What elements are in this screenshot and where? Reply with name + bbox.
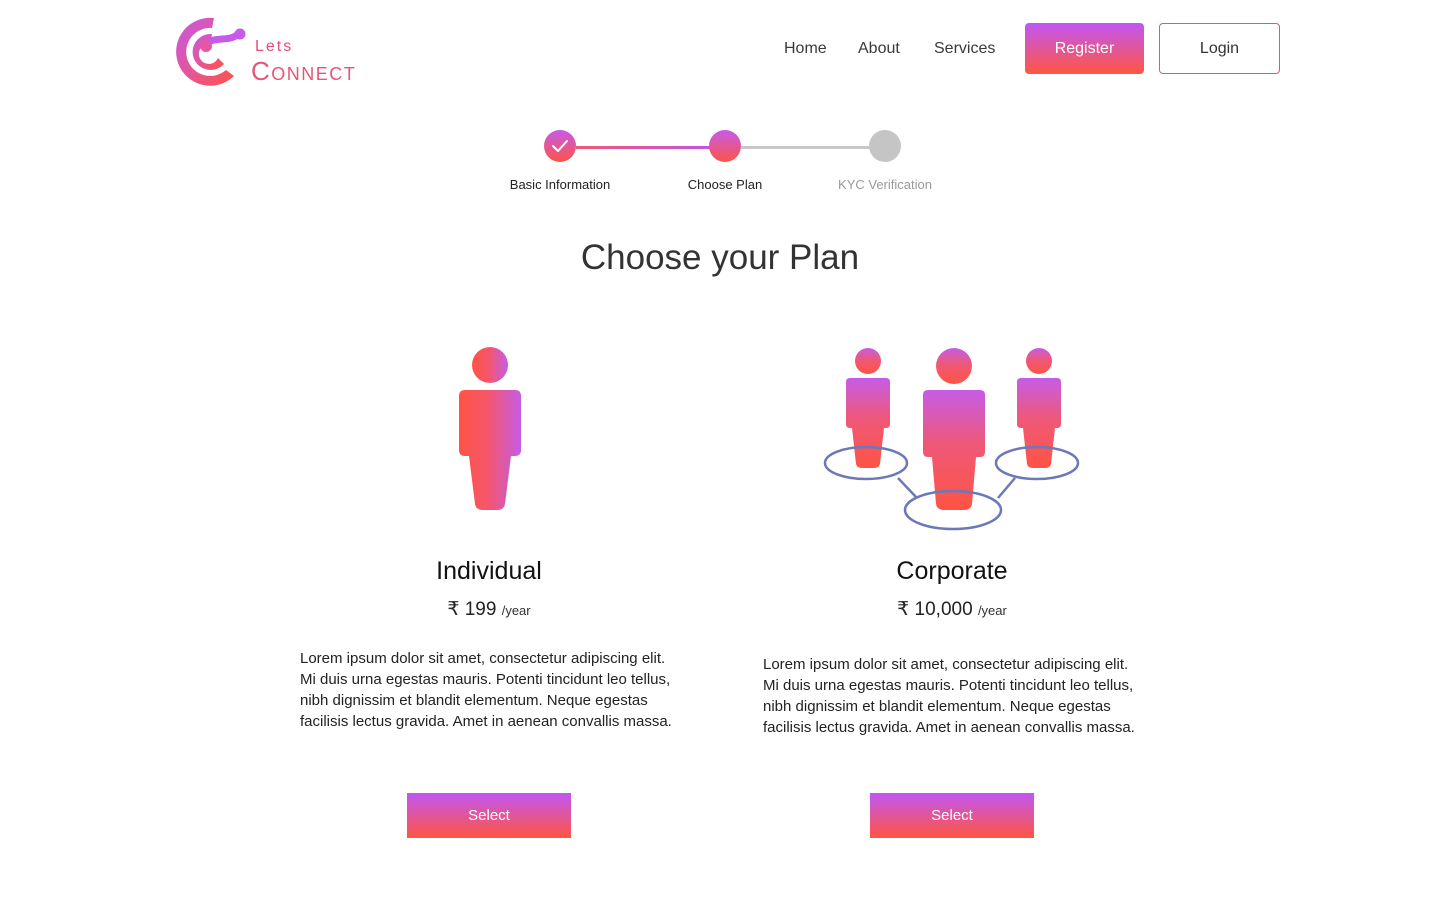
currency-symbol: ₹: [447, 599, 460, 620]
nav-about-link[interactable]: About: [858, 40, 900, 58]
currency-symbol: ₹: [897, 599, 910, 620]
step-dot-kyc-verification: [869, 130, 901, 162]
step-dot-basic-information: [544, 130, 576, 162]
price-amount: 199: [464, 599, 497, 620]
register-button[interactable]: Register: [1025, 23, 1144, 74]
brand-logo[interactable]: Lets Connect: [168, 14, 368, 86]
price-amount: 10,000: [914, 599, 973, 620]
step-label-basic-information: Basic Information: [509, 177, 611, 192]
step-dot-choose-plan: [709, 130, 741, 162]
group-network-icon: [823, 348, 1080, 531]
plan-description-corporate: Lorem ipsum dolor sit amet, consectetur …: [763, 656, 1135, 736]
step-connector-completed: [576, 146, 710, 149]
select-individual-button[interactable]: Select: [407, 793, 571, 838]
plan-description-individual: Lorem ipsum dolor sit amet, consectetur …: [300, 650, 672, 730]
check-icon: [552, 140, 568, 152]
price-period: /year: [977, 603, 1007, 618]
login-button[interactable]: Login: [1159, 23, 1280, 74]
step-connector-pending: [741, 146, 870, 149]
plan-price-corporate: ₹ 10,000 /year: [802, 598, 1102, 621]
nav-home-link[interactable]: Home: [784, 40, 827, 58]
select-corporate-button[interactable]: Select: [870, 793, 1034, 838]
step-label-kyc-verification: KYC Verification: [838, 177, 932, 192]
nav-services-link[interactable]: Services: [934, 40, 995, 58]
plan-name-individual: Individual: [436, 557, 542, 585]
single-person-icon: [459, 347, 521, 510]
price-period: /year: [501, 603, 531, 618]
page-title: Choose your Plan: [580, 238, 860, 277]
brand-lets-text: Lets: [255, 38, 294, 55]
plan-price-individual: ₹ 199 /year: [339, 598, 639, 621]
lets-connect-logo-icon: [176, 17, 246, 86]
plan-name-corporate: Corporate: [896, 557, 1008, 585]
brand-connect-text: Connect: [251, 56, 357, 86]
step-label-choose-plan: Choose Plan: [687, 177, 763, 192]
